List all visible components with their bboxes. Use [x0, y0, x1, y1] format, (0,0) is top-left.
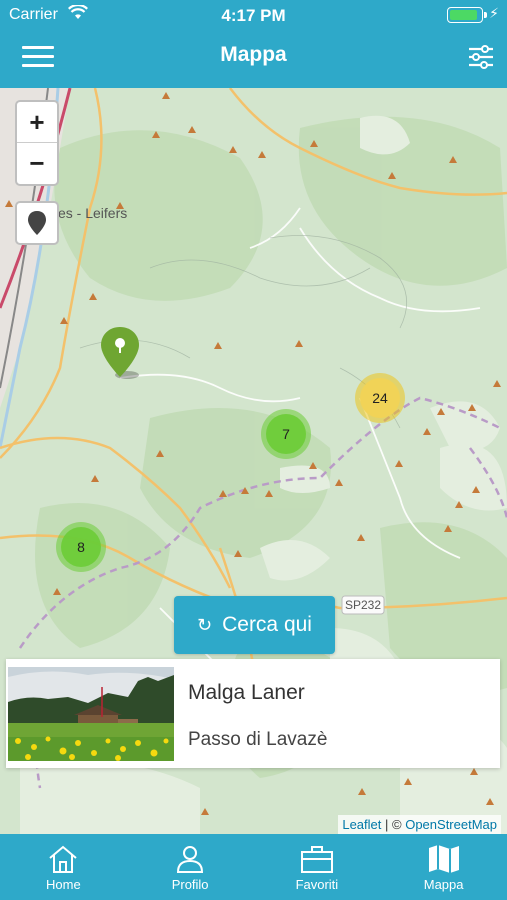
road-label: SP232	[345, 598, 381, 612]
map-icon	[428, 845, 459, 873]
leaflet-link[interactable]: Leaflet	[342, 817, 381, 832]
cluster-marker[interactable]: 8	[56, 522, 106, 572]
tab-label: Profilo	[171, 877, 209, 892]
place-name: Malga Laner	[188, 681, 305, 704]
map-attribution: Leaflet | © OpenStreetMap	[338, 815, 501, 834]
app-screen: Carrier 4:17 PM ⚡ Mappa SP232 + − es - L…	[0, 0, 507, 900]
tab-mappa[interactable]: Mappa	[380, 834, 507, 900]
tab-home[interactable]: Home	[0, 834, 127, 900]
place-card-text: Malga Laner Passo di Lavazè	[174, 659, 327, 768]
location-marker-icon[interactable]	[100, 325, 142, 381]
tab-label: Home	[46, 877, 81, 892]
tab-label: Favoriti	[295, 877, 339, 892]
locate-button[interactable]	[15, 201, 59, 245]
tab-profilo[interactable]: Profilo	[127, 834, 254, 900]
refresh-icon: ↻	[197, 614, 213, 635]
place-thumbnail	[8, 667, 174, 761]
attribution-separator: | ©	[385, 817, 402, 832]
status-time: 4:17 PM	[221, 6, 286, 25]
user-icon	[177, 846, 204, 873]
cluster-marker[interactable]: 7	[261, 409, 311, 459]
battery-fill	[450, 10, 477, 20]
status-bar: Carrier 4:17 PM ⚡	[0, 0, 507, 30]
top-bar: Carrier 4:17 PM ⚡ Mappa	[0, 0, 507, 88]
tab-label: Mappa	[423, 877, 464, 892]
charging-icon: ⚡	[489, 5, 499, 21]
briefcase-icon	[300, 846, 333, 873]
cluster-count: 24	[360, 378, 400, 418]
cluster-marker[interactable]: 24	[355, 373, 405, 423]
cluster-count: 8	[61, 527, 101, 567]
cluster-count: 7	[266, 414, 306, 454]
zoom-in-button[interactable]: +	[17, 102, 57, 143]
zoom-control: + −	[15, 100, 59, 186]
tab-bar: Home Profilo Favoriti Mappa	[0, 834, 507, 900]
zoom-out-button[interactable]: −	[17, 143, 57, 184]
search-here-button[interactable]: ↻ Cerca qui	[174, 596, 335, 654]
location-pin-icon	[28, 211, 46, 235]
battery-nub	[484, 12, 487, 18]
place-card[interactable]: Malga Laner Passo di Lavazè	[6, 659, 500, 768]
place-location: Passo di Lavazè	[188, 729, 328, 750]
tab-favoriti[interactable]: Favoriti	[254, 834, 381, 900]
battery-icon	[447, 7, 487, 23]
home-icon	[49, 845, 78, 873]
search-here-label: Cerca qui	[222, 613, 312, 636]
sliders-icon[interactable]	[467, 44, 495, 70]
place-label: es - Leifers	[58, 205, 128, 221]
openstreetmap-link[interactable]: OpenStreetMap	[405, 817, 497, 832]
page-title: Mappa	[220, 43, 287, 66]
